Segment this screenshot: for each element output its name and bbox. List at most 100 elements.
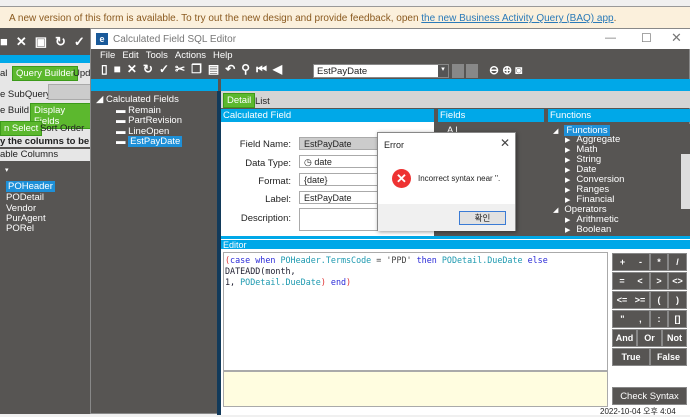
dialog-title: Error	[384, 140, 404, 150]
bg-tab-al[interactable]: al	[0, 68, 7, 79]
label-label: Label:	[265, 194, 291, 205]
record-navigator-input[interactable]: EstPayDate	[313, 64, 449, 78]
data-type-value: date	[314, 157, 332, 167]
baq-app-link[interactable]: the new Business Activity Query (BAQ) ap…	[421, 13, 613, 24]
bg-table-item[interactable]: PORel	[6, 223, 34, 234]
tab-list[interactable]: List	[255, 96, 270, 107]
bg-tab-query-builder[interactable]: Query Builder	[12, 66, 79, 81]
ok-button[interactable]: 확인	[459, 211, 506, 225]
description-label: Description:	[240, 213, 291, 224]
logic-not-button[interactable]: Not	[662, 329, 687, 347]
operator-button[interactable]: "	[620, 314, 624, 324]
bool-true-button[interactable]: True	[612, 348, 650, 366]
operator-button[interactable]: >	[650, 272, 668, 290]
bg-subquery-label: e SubQuery:	[0, 89, 54, 100]
bg-tab-upd[interactable]: Upd	[73, 68, 90, 79]
close-button[interactable]: ✕	[671, 30, 682, 46]
window-title: Calculated Field SQL Editor	[113, 34, 237, 45]
expand-icon: ▶	[565, 157, 571, 164]
logic-and-button[interactable]: And	[612, 329, 637, 347]
folder-icon: ▬	[116, 115, 129, 126]
operator-button[interactable]: /	[668, 253, 687, 271]
operator-button[interactable]: <=	[617, 295, 628, 305]
code-token: PODetail.DueDate	[441, 255, 523, 265]
new-icon[interactable]: ▯	[101, 62, 114, 76]
keypad-pair: ",	[612, 310, 650, 328]
error-icon: ✕	[392, 169, 411, 188]
expand-icon: ▶	[565, 197, 571, 204]
maximize-button[interactable]: ☐	[641, 31, 652, 45]
refresh-icon[interactable]: ↻	[143, 62, 159, 76]
bg-table-item[interactable]: POHeader	[6, 181, 55, 192]
operator-button[interactable]: :	[650, 310, 668, 328]
bg-dropdown-icon[interactable]: ▾	[5, 166, 9, 174]
operator-button[interactable]: -	[639, 257, 642, 267]
check-syntax-button[interactable]: Check Syntax	[612, 387, 687, 405]
expand-icon: ▶	[565, 217, 571, 224]
operator-button[interactable]: (	[650, 291, 668, 309]
menu-actions[interactable]: Actions	[175, 50, 206, 61]
operator-button[interactable]: []	[668, 310, 687, 328]
forward-icon[interactable]: ⊕	[502, 63, 515, 77]
code-token: end	[325, 277, 347, 287]
code-token: case when	[230, 255, 281, 265]
copy-icon[interactable]: ❐	[191, 62, 208, 76]
bg-tab-build[interactable]: e Build	[0, 105, 29, 116]
expand-icon: ▶	[565, 147, 571, 154]
expand-icon: ▶	[565, 227, 571, 234]
dialog-close-button[interactable]: ✕	[500, 136, 510, 150]
menu-tools[interactable]: Tools	[146, 50, 168, 61]
clock-icon: ◷	[304, 157, 315, 167]
menu-edit[interactable]: Edit	[122, 50, 138, 61]
tree-item-selected[interactable]: ▬ EstPayDate	[116, 136, 183, 147]
bg-tab-select[interactable]: n Select	[0, 121, 43, 136]
next-icon[interactable]	[452, 64, 464, 78]
save-icon[interactable]: ■	[114, 62, 127, 76]
bg-available-columns: able Columns	[0, 149, 92, 161]
tree-item-label: EstPayDate	[128, 136, 183, 147]
operator-button[interactable]: =	[619, 276, 624, 286]
paste-icon[interactable]: ▤	[208, 62, 225, 76]
scrollbar-thumb[interactable]	[681, 154, 690, 209]
logic-or-button[interactable]: Or	[637, 329, 662, 347]
search-icon[interactable]: ⚲	[241, 62, 256, 76]
home-icon[interactable]: ◙	[515, 63, 525, 77]
expand-icon: ▶	[565, 167, 571, 174]
bg-tab-sort-order[interactable]: Sort Order	[40, 123, 84, 134]
operator-button[interactable]: +	[620, 257, 625, 267]
operator-button[interactable]: <>	[668, 272, 687, 290]
bg-table-item[interactable]: PODetail	[6, 192, 44, 203]
first-icon[interactable]: ⏮	[256, 62, 273, 76]
operator-button[interactable]: *	[650, 253, 668, 271]
tree-root[interactable]: ◢ Calculated Fields	[96, 94, 179, 105]
background-app: ■✕▣↻✓ al Query Builder Upd e SubQuery: e…	[0, 28, 111, 414]
operator-button[interactable]: >=	[635, 295, 646, 305]
cut-icon[interactable]: ✂	[175, 62, 191, 76]
code-token: )	[346, 277, 352, 287]
operator-button[interactable]: ,	[639, 314, 642, 324]
keypad-pair: = <	[612, 272, 650, 290]
tree-item[interactable]: ▬ PartRevision	[116, 115, 182, 126]
bg-subquery-nav[interactable]	[48, 84, 92, 100]
tab-detail[interactable]: Detail	[223, 93, 256, 108]
functions-scrollbar[interactable]	[681, 124, 690, 236]
operator-category[interactable]: ▶ Boolean	[565, 224, 611, 236]
back-icon[interactable]: ⊖	[489, 63, 502, 77]
delete-icon[interactable]: ✕	[127, 62, 143, 76]
minimize-button[interactable]: —	[605, 32, 616, 44]
dropdown-chevron-icon[interactable]: ▾	[438, 65, 448, 77]
operator-button[interactable]: )	[668, 291, 687, 309]
app-logo-icon: e	[96, 33, 108, 45]
tree-header-bar	[91, 79, 218, 91]
bool-false-button[interactable]: False	[650, 348, 687, 366]
background-toolbar: ■✕▣↻✓	[0, 34, 93, 49]
prev-icon[interactable]: ◀	[273, 62, 288, 76]
menu-file[interactable]: File	[100, 50, 115, 61]
sql-code-editor[interactable]: (case when POHeader.TermsCode = 'PPD' th…	[223, 252, 608, 371]
menu-help[interactable]: Help	[213, 50, 233, 61]
operator-button[interactable]: <	[637, 276, 642, 286]
last-icon[interactable]	[466, 64, 478, 78]
undo-icon[interactable]: ↶	[225, 62, 241, 76]
clear-icon[interactable]: ✓	[159, 62, 175, 76]
code-token: (month,	[260, 266, 296, 276]
